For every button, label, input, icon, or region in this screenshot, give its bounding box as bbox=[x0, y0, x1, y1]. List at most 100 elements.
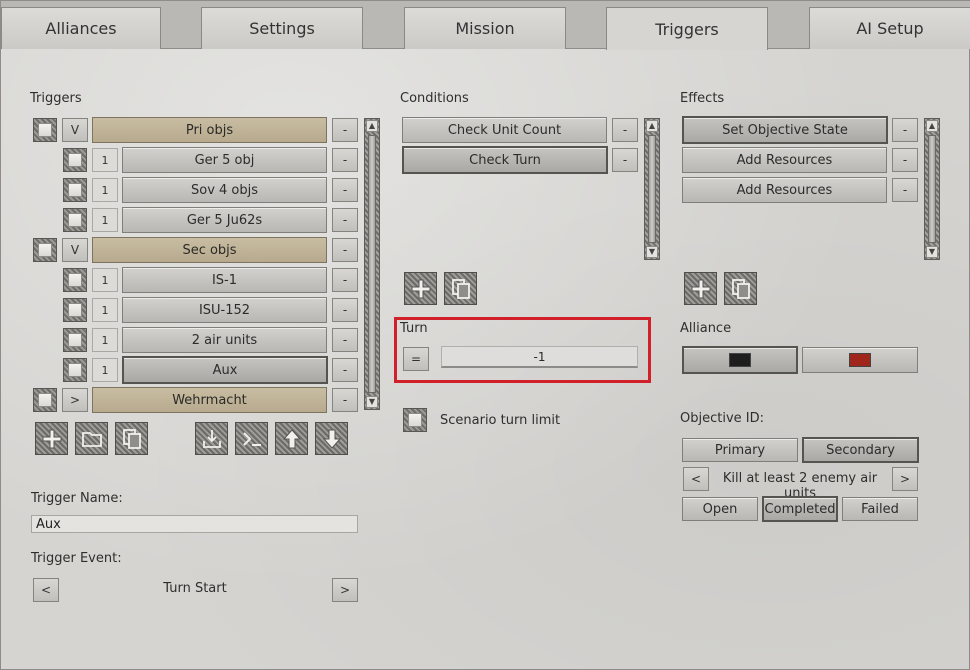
event-next-button[interactable]: > bbox=[332, 578, 358, 602]
trigger-row[interactable]: IS-1 bbox=[122, 267, 327, 293]
scroll-thumb[interactable] bbox=[648, 135, 656, 243]
triggers-scrollbar[interactable]: ▲ ▼ bbox=[364, 118, 380, 410]
scroll-down-icon[interactable]: ▼ bbox=[366, 396, 378, 408]
copy-effect-button[interactable] bbox=[724, 272, 757, 305]
import-button[interactable] bbox=[195, 422, 228, 455]
trigger-checkbox[interactable] bbox=[63, 208, 87, 232]
trigger-checkbox[interactable] bbox=[63, 148, 87, 172]
remove-trigger-button[interactable]: - bbox=[332, 208, 358, 232]
remove-trigger-button[interactable]: - bbox=[332, 388, 358, 412]
trigger-checkbox[interactable] bbox=[63, 328, 87, 352]
remove-trigger-button[interactable]: - bbox=[332, 148, 358, 172]
scroll-up-icon[interactable]: ▲ bbox=[366, 120, 378, 132]
trigger-group-toggle[interactable]: V bbox=[62, 238, 88, 262]
triggers-editor: Alliances Settings Mission Triggers AI S… bbox=[0, 0, 970, 670]
remove-trigger-button[interactable]: - bbox=[332, 268, 358, 292]
trigger-label: IS-1 bbox=[211, 272, 238, 288]
add-folder-button[interactable] bbox=[75, 422, 108, 455]
trigger-checkbox[interactable] bbox=[63, 358, 87, 382]
trigger-label: 2 air units bbox=[191, 332, 258, 348]
trigger-row-selected[interactable]: Aux bbox=[122, 356, 328, 384]
effect-row[interactable]: Add Resources bbox=[682, 177, 887, 203]
objective-prev-button[interactable]: < bbox=[683, 467, 709, 491]
remove-trigger-button[interactable]: - bbox=[332, 178, 358, 202]
tab-mission[interactable]: Mission bbox=[404, 7, 566, 49]
scroll-up-icon[interactable]: ▲ bbox=[926, 120, 938, 132]
event-prev-button[interactable]: < bbox=[33, 578, 59, 602]
effect-row-selected[interactable]: Set Objective State bbox=[682, 116, 888, 144]
trigger-row[interactable]: Ger 5 Ju62s bbox=[122, 207, 327, 233]
scroll-up-icon[interactable]: ▲ bbox=[646, 120, 658, 132]
add-effect-button[interactable] bbox=[684, 272, 717, 305]
objective-type-secondary[interactable]: Secondary bbox=[802, 437, 919, 463]
trigger-label: Sov 4 objs bbox=[190, 182, 259, 198]
turn-label: Turn bbox=[400, 321, 428, 336]
remove-trigger-button[interactable]: - bbox=[332, 298, 358, 322]
remove-effect-button[interactable]: - bbox=[892, 178, 918, 202]
trigger-row[interactable]: Ger 5 obj bbox=[122, 147, 327, 173]
remove-trigger-button[interactable]: - bbox=[332, 118, 358, 142]
trigger-row[interactable]: 2 air units bbox=[122, 327, 327, 353]
trigger-checkbox[interactable] bbox=[63, 178, 87, 202]
objective-state-label: Failed bbox=[861, 501, 899, 517]
objective-state-completed[interactable]: Completed bbox=[762, 496, 838, 522]
copy-icon bbox=[731, 278, 750, 299]
remove-trigger-button[interactable]: - bbox=[332, 238, 358, 262]
add-icon bbox=[411, 279, 430, 298]
add-condition-button[interactable] bbox=[404, 272, 437, 305]
copy-condition-button[interactable] bbox=[444, 272, 477, 305]
move-up-button[interactable] bbox=[275, 422, 308, 455]
turn-value-input[interactable]: -1 bbox=[441, 346, 638, 368]
tab-settings[interactable]: Settings bbox=[201, 7, 363, 49]
objective-next-button[interactable]: > bbox=[892, 467, 918, 491]
tab-alliances[interactable]: Alliances bbox=[1, 7, 161, 49]
scenario-turn-limit-checkbox[interactable] bbox=[403, 408, 427, 432]
trigger-group-row[interactable]: Pri objs bbox=[92, 117, 327, 143]
remove-trigger-button[interactable]: - bbox=[332, 358, 358, 382]
conditions-scrollbar[interactable]: ▲ ▼ bbox=[644, 118, 660, 260]
trigger-count: 1 bbox=[92, 148, 118, 172]
scroll-thumb[interactable] bbox=[368, 135, 376, 393]
trigger-checkbox[interactable] bbox=[63, 298, 87, 322]
trigger-group-row[interactable]: Sec objs bbox=[92, 237, 327, 263]
objective-state-failed[interactable]: Failed bbox=[842, 497, 918, 521]
turn-operator-button[interactable]: = bbox=[403, 347, 429, 371]
console-button[interactable] bbox=[235, 422, 268, 455]
effect-row[interactable]: Add Resources bbox=[682, 147, 887, 173]
trigger-row[interactable]: ISU-152 bbox=[122, 297, 327, 323]
trigger-row[interactable]: Sov 4 objs bbox=[122, 177, 327, 203]
trigger-checkbox[interactable] bbox=[63, 268, 87, 292]
remove-effect-button[interactable]: - bbox=[892, 148, 918, 172]
alliance-option-1[interactable] bbox=[682, 346, 798, 374]
trigger-group-row[interactable]: Wehrmacht bbox=[92, 387, 327, 413]
objective-state-open[interactable]: Open bbox=[682, 497, 758, 521]
scenario-turn-limit-label: Scenario turn limit bbox=[440, 413, 561, 428]
tab-ai-setup[interactable]: AI Setup bbox=[809, 7, 970, 49]
move-down-button[interactable] bbox=[315, 422, 348, 455]
scroll-down-icon[interactable]: ▼ bbox=[646, 246, 658, 258]
tab-strip: Alliances Settings Mission Triggers AI S… bbox=[1, 1, 970, 50]
remove-effect-button[interactable]: - bbox=[892, 118, 918, 142]
trigger-group-toggle[interactable]: V bbox=[62, 118, 88, 142]
remove-condition-button[interactable]: - bbox=[612, 148, 638, 172]
trigger-group-checkbox[interactable] bbox=[33, 388, 57, 412]
alliance-option-2[interactable] bbox=[802, 347, 918, 373]
scroll-thumb[interactable] bbox=[928, 135, 936, 243]
trigger-count: 1 bbox=[92, 268, 118, 292]
add-trigger-button[interactable] bbox=[35, 422, 68, 455]
trigger-group-checkbox[interactable] bbox=[33, 238, 57, 262]
trigger-name-input[interactable]: Aux bbox=[31, 515, 358, 533]
trigger-group-checkbox[interactable] bbox=[33, 118, 57, 142]
scroll-down-icon[interactable]: ▼ bbox=[926, 246, 938, 258]
effects-scrollbar[interactable]: ▲ ▼ bbox=[924, 118, 940, 260]
remove-condition-button[interactable]: - bbox=[612, 118, 638, 142]
objective-type-primary[interactable]: Primary bbox=[682, 438, 798, 462]
copy-trigger-button[interactable] bbox=[115, 422, 148, 455]
condition-row[interactable]: Check Unit Count bbox=[402, 117, 607, 143]
trigger-group-toggle[interactable]: > bbox=[62, 388, 88, 412]
tab-triggers[interactable]: Triggers bbox=[606, 7, 768, 50]
objective-type-label: Secondary bbox=[826, 442, 895, 458]
tab-label: Mission bbox=[455, 19, 515, 38]
remove-trigger-button[interactable]: - bbox=[332, 328, 358, 352]
condition-row-selected[interactable]: Check Turn bbox=[402, 146, 608, 174]
